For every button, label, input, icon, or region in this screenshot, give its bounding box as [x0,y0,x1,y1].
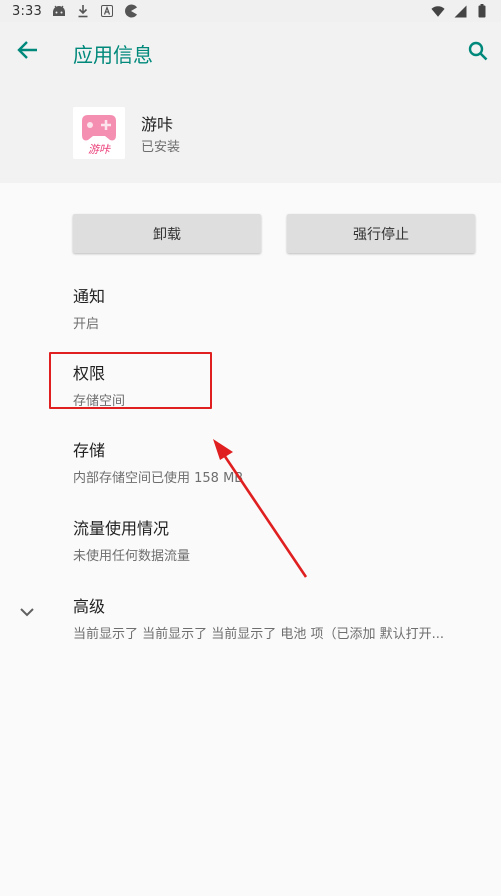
app-icon-text: 游咔 [88,143,111,156]
item-advanced[interactable]: 高级 当前显示了 当前显示了 当前显示了 电池 项（已添加 默认打开... [73,593,488,642]
status-right [431,4,489,18]
item-data-usage[interactable]: 流量使用情况 未使用任何数据流量 [73,515,488,564]
download-icon [76,4,90,18]
back-button[interactable] [14,40,42,64]
status-left: 3:33 [12,4,138,19]
annotation-highlight-box [49,352,212,409]
item-storage[interactable]: 存储 内部存储空间已使用 158 MB [73,437,488,486]
app-icon: 游咔 [73,107,125,159]
app-info-screen: 3:33 应用信息 游咔 游咔 已安装 卸载 强行停止 通知 开启 权限 存储空… [0,0,501,896]
item-summary: 未使用任何数据流量 [73,549,191,564]
app-install-status: 已安装 [141,140,181,155]
cellular-signal-icon [453,4,467,18]
app-a-icon [100,4,114,18]
page-title: 应用信息 [73,43,153,67]
item-title: 流量使用情况 [73,519,170,538]
app-info-block: 游咔 游咔 已安装 [73,107,473,159]
app-bar: 应用信息 [0,22,501,82]
item-summary: 开启 [73,317,100,332]
app-header: 应用信息 游咔 游咔 已安装 [0,22,501,183]
chevron-down-icon[interactable] [17,602,37,622]
search-button[interactable] [464,39,492,67]
item-title: 高级 [73,597,106,616]
item-summary: 当前显示了 当前显示了 当前显示了 电池 项（已添加 默认打开... [73,627,445,642]
back-arrow-icon [17,40,39,64]
battery-icon [475,4,489,18]
android-debug-icon [52,4,66,18]
item-summary: 内部存储空间已使用 158 MB [73,471,244,486]
force-stop-button[interactable]: 强行停止 [287,214,475,253]
status-bar: 3:33 [0,0,501,22]
item-title: 存储 [73,441,106,460]
wifi-icon [431,4,445,18]
app-name: 游咔 [141,115,174,134]
uninstall-button[interactable]: 卸载 [73,214,261,253]
search-icon [468,41,488,65]
item-notifications[interactable]: 通知 开启 [73,283,488,332]
status-time: 3:33 [12,3,42,19]
pacman-icon [124,4,138,18]
item-title: 通知 [73,287,106,306]
